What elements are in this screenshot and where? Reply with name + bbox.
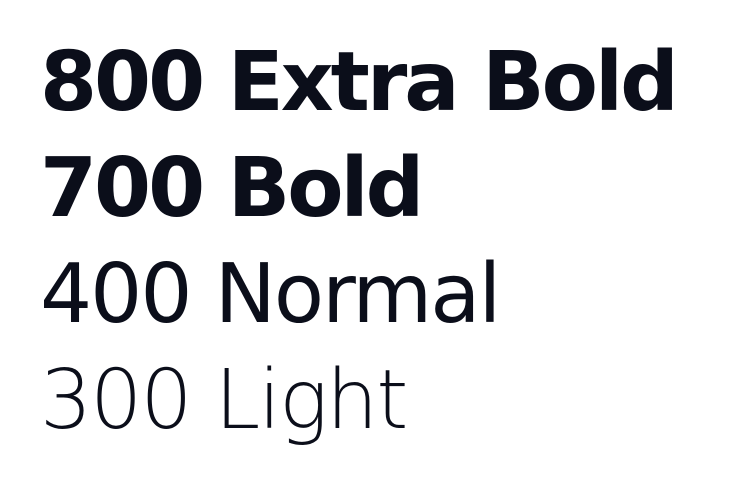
weight-300-sample: 300 Light [40, 353, 408, 448]
weight-400-sample: 400 Normal [40, 247, 501, 342]
weight-700-sample: 700 Bold [40, 141, 424, 236]
font-weight-specimen: 800 Extra Bold 700 Bold 400 Normal 300 L… [40, 30, 730, 454]
weight-800-sample: 800 Extra Bold [40, 35, 679, 130]
